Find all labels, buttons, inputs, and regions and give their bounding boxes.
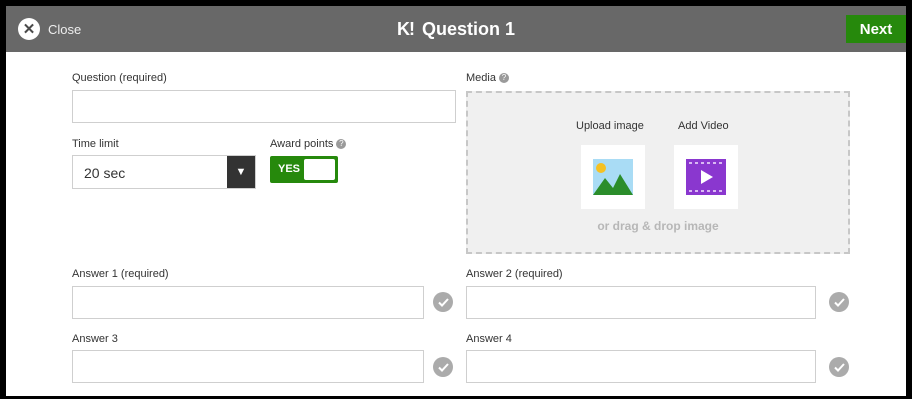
answer-3-input[interactable] <box>72 350 424 383</box>
time-limit-label: Time limit <box>72 138 119 150</box>
dropdown-arrow-icon: ▼ <box>227 156 255 188</box>
answer-4-correct-toggle[interactable] <box>829 357 849 377</box>
close-icon: ✕ <box>18 18 40 40</box>
question-input[interactable] <box>72 90 456 123</box>
time-limit-value: 20 sec <box>84 165 126 181</box>
question-title: Question 1 <box>421 18 515 39</box>
page-title: K! Question 1 <box>6 6 906 52</box>
info-icon[interactable]: ? <box>336 139 347 150</box>
check-icon <box>833 362 845 372</box>
media-label-row: Media? <box>466 72 509 84</box>
close-label: Close <box>48 21 82 37</box>
check-icon <box>437 362 449 372</box>
answer-1-input[interactable] <box>72 286 424 319</box>
drag-drop-text: or drag & drop image <box>597 219 719 233</box>
toggle-label: YES <box>278 163 301 175</box>
header-bar: ✕ Close K! Question 1 Next <box>6 6 906 52</box>
kahoot-logo: K! <box>396 18 415 39</box>
answer-1-label: Answer 1 (required) <box>72 268 169 280</box>
add-video-label: Add Video <box>678 120 729 132</box>
image-icon <box>593 159 633 195</box>
check-icon <box>833 297 845 307</box>
media-label: Media <box>466 72 496 84</box>
question-editor: ✕ Close K! Question 1 Next Question (req… <box>6 6 906 396</box>
award-points-label: Award points <box>270 138 334 150</box>
upload-image-label: Upload image <box>576 120 644 132</box>
upload-image-button[interactable] <box>581 145 645 209</box>
answer-2-correct-toggle[interactable] <box>829 292 849 312</box>
toggle-knob <box>304 159 335 180</box>
video-icon <box>686 159 726 195</box>
media-dropzone[interactable]: Upload image Add Video or drag & drop im… <box>466 91 850 254</box>
answer-4-label: Answer 4 <box>466 333 512 345</box>
answer-1-correct-toggle[interactable] <box>433 292 453 312</box>
close-button[interactable]: ✕ Close <box>18 18 81 40</box>
answer-2-label: Answer 2 (required) <box>466 268 563 280</box>
question-label: Question (required) <box>72 72 167 84</box>
time-limit-select[interactable]: 20 sec ▼ <box>72 155 256 189</box>
answer-3-correct-toggle[interactable] <box>433 357 453 377</box>
answer-2-input[interactable] <box>466 286 816 319</box>
info-icon[interactable]: ? <box>498 73 509 84</box>
award-points-toggle[interactable]: YES <box>270 156 338 183</box>
answer-3-label: Answer 3 <box>72 333 118 345</box>
add-video-button[interactable] <box>674 145 738 209</box>
next-button[interactable]: Next <box>846 15 906 43</box>
answer-4-input[interactable] <box>466 350 816 383</box>
award-points-label-row: Award points? <box>270 138 347 150</box>
check-icon <box>437 297 449 307</box>
